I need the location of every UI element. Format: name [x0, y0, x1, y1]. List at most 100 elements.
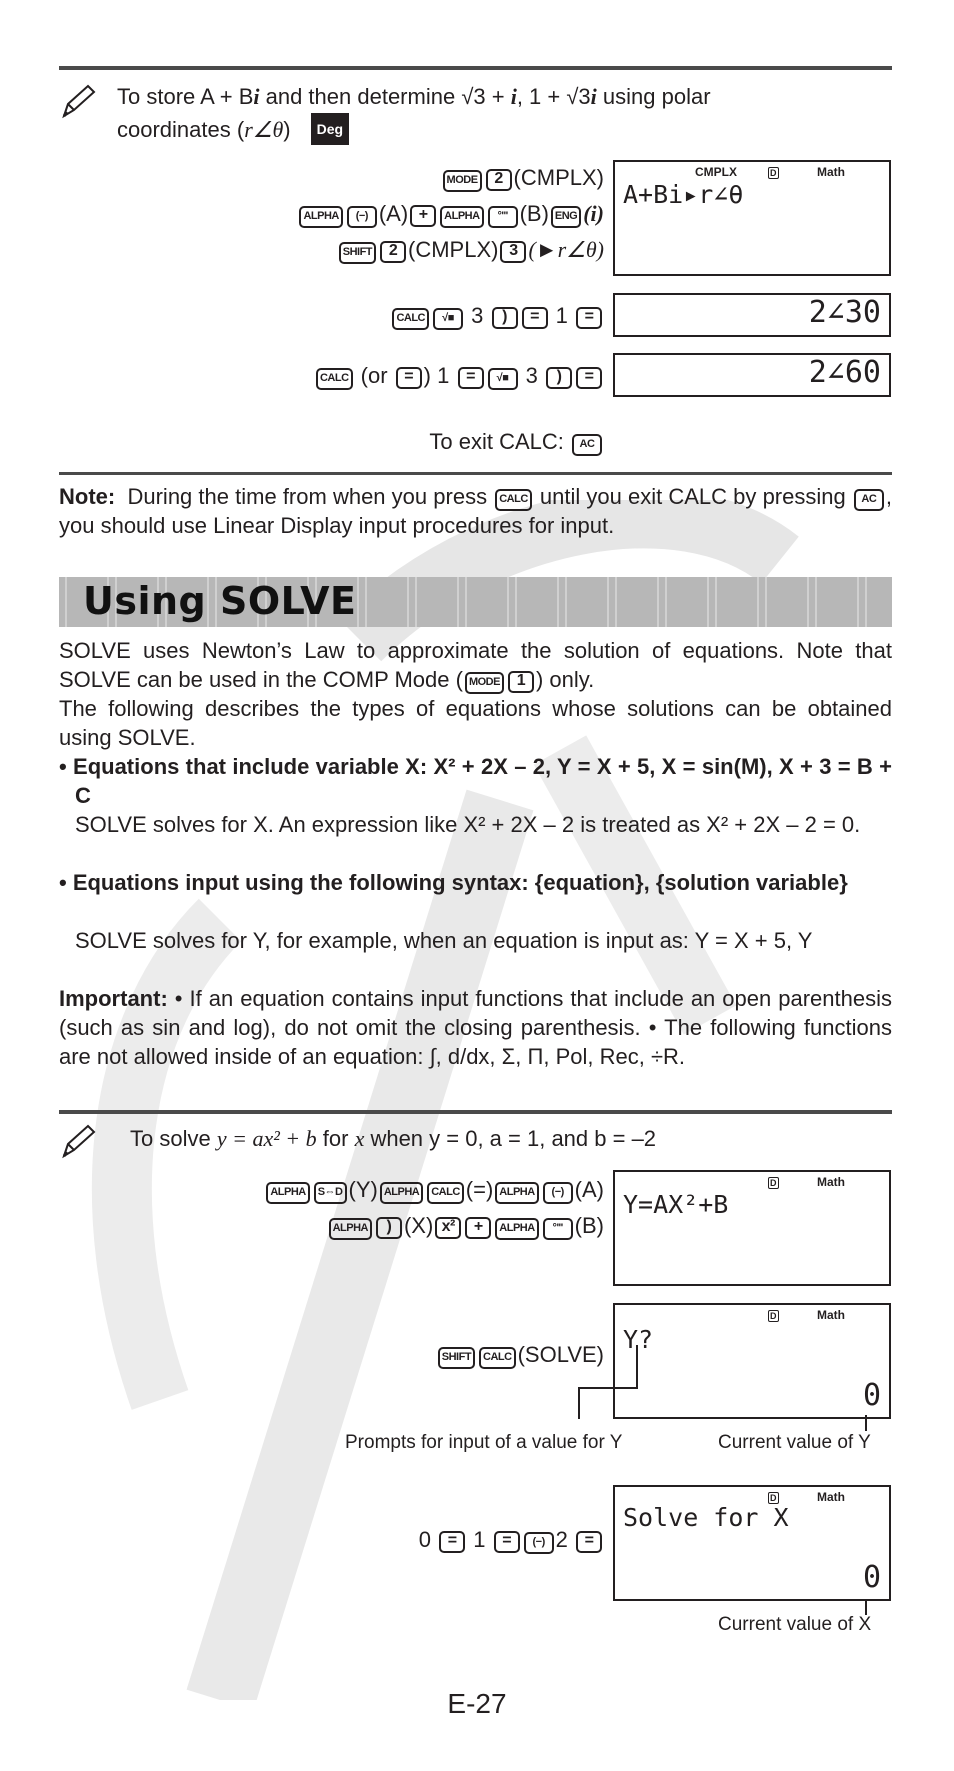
step-label: (X) [403, 1213, 434, 1238]
step-label: (CMPLX) [408, 237, 499, 262]
key-alpha: ALPHA [328, 1218, 372, 1240]
key-alpha: ALPHA [495, 1218, 539, 1240]
key-ac: AC [572, 434, 602, 456]
lcd-result: 0 [862, 1378, 881, 1413]
key-degree: °''' [487, 206, 518, 228]
bullet-2-body: SOLVE solves for Y, for example, when an… [75, 928, 813, 953]
key-degree: °''' [542, 1218, 573, 1240]
deg-badge: Deg [310, 113, 350, 145]
key-equals: = [521, 307, 548, 329]
step-label: (B) [574, 1213, 604, 1238]
key-mode: MODE [442, 170, 482, 192]
key-sd: S⇔D [313, 1182, 347, 1204]
step-label: (B) [519, 201, 549, 226]
key-close-paren: ) [546, 367, 572, 389]
key-equals: = [576, 367, 602, 389]
step-label: (SOLVE) [517, 1342, 604, 1367]
key-plus: + [465, 1217, 492, 1239]
note-paragraph: Note: During the time from when you pres… [59, 484, 892, 538]
key-calc: CALC [495, 489, 532, 511]
key-mode: MODE [464, 672, 504, 694]
digit: 1 [555, 303, 568, 328]
key-sqrt: √■ [487, 368, 518, 390]
key-negative: (−) [523, 1532, 554, 1554]
key-ac: AC [853, 489, 884, 511]
key-calc: CALC [392, 308, 429, 330]
key-negative: (−) [542, 1182, 573, 1204]
key-shift: SHIFT [338, 242, 377, 264]
step-label: (Y) [348, 1177, 378, 1202]
lcd-expression: Solve for X [623, 1503, 789, 1532]
bullet-1: • Equations that include variable X: X² … [59, 752, 892, 810]
key-1: 1 [507, 671, 534, 693]
key-calc: CALC [427, 1182, 464, 1204]
key-3: 3 [500, 241, 527, 263]
key-alpha: ALPHA [440, 206, 484, 228]
step-label: (CMPLX) [513, 165, 604, 190]
calc1-keystrokes: CALC √■ 3 ) = 1 = [390, 298, 604, 334]
lcd-result: 2∠60 [808, 355, 881, 390]
key-equals: = [457, 367, 484, 389]
key-2: 2 [485, 169, 512, 191]
lcd-result: 0 [862, 1560, 881, 1595]
step-label: (►r∠θ) [528, 237, 604, 262]
important-paragraph: Important: • If an equation contains inp… [59, 986, 892, 1069]
step-label: (A) [378, 201, 409, 226]
key-x-squared: x² [435, 1217, 462, 1239]
degree-indicator: D [768, 1177, 779, 1189]
key-negative: (−) [346, 206, 377, 228]
lcd-display-2: D Math Y=AX²+B [613, 1170, 891, 1286]
leader-line [865, 1599, 867, 1615]
lcd-display-3: D Math Y? 0 [613, 1303, 891, 1419]
example1-intro-line1: To store A + Bi and then determine √3 + … [117, 84, 711, 109]
math-indicator: Math [817, 1308, 845, 1322]
section-divider [59, 472, 892, 475]
calc2-keystrokes: CALC (or =) 1 = √■ 3 ) = [314, 358, 604, 394]
key-alpha: ALPHA [299, 206, 343, 228]
key-sqrt: √■ [433, 308, 463, 330]
example1-keystrokes: MODE 2 (CMPLX) ALPHA (−) (A) + ALPHA °''' (B) ENG… [297, 160, 604, 268]
example2-intro: To solve y = ax² + b for x when y = 0, a… [130, 1126, 657, 1151]
math-indicator: Math [817, 165, 845, 179]
lcd-expression: Y=AX²+B [623, 1190, 729, 1219]
digit: 1 [437, 363, 450, 388]
key-plus: + [410, 205, 437, 227]
key-calc: CALC [479, 1347, 516, 1369]
lcd-result-1: 2∠30 [613, 293, 891, 337]
degree-indicator: D [768, 1310, 779, 1322]
important-label: Important: [59, 986, 168, 1011]
callout-prompt-y: Prompts for input of a value for Y [345, 1432, 623, 1453]
digit: 1 [473, 1527, 486, 1552]
pencil-icon [62, 84, 96, 119]
step-label: (=) [465, 1177, 494, 1202]
lcd-expression: Y? [623, 1325, 654, 1354]
key-equals: = [395, 367, 422, 389]
lcd-result: 2∠30 [808, 295, 881, 330]
step-label: (A) [574, 1177, 604, 1202]
key-alpha: ALPHA [266, 1182, 310, 1204]
solve-intro: SOLVE uses Newton’s Law to approximate t… [59, 638, 892, 694]
key-2: 2 [380, 241, 407, 263]
lcd-display-4: D Math Solve for X 0 [613, 1485, 891, 1601]
digit: 0 [418, 1527, 431, 1552]
section-heading-band: Using SOLVE [59, 577, 892, 627]
degree-indicator: D [768, 167, 779, 179]
key-equals: = [576, 1531, 602, 1553]
cmplx-indicator: CMPLX [695, 165, 737, 179]
callout-current-x: Current value of X [718, 1614, 872, 1635]
key-calc: CALC [315, 368, 353, 390]
key-alpha: ALPHA [379, 1182, 424, 1204]
bullet-1-body: SOLVE solves for X. An expression like X… [75, 812, 861, 837]
math-indicator: Math [817, 1175, 845, 1189]
section-title: Using SOLVE [83, 579, 357, 623]
digit: 2 [555, 1527, 568, 1552]
paren: ) [423, 363, 431, 388]
leader-line [578, 1387, 580, 1419]
section-divider [59, 66, 892, 70]
key-equals: = [493, 1531, 520, 1553]
key-equals: = [439, 1531, 466, 1553]
bullet-2: • Equations input using the following sy… [59, 868, 892, 897]
example2-step2: SHIFT CALC (SOLVE) [436, 1337, 604, 1373]
bullet-1-head: • Equations that include variable X: X² … [59, 754, 892, 808]
example2-step1: ALPHA S⇔D (Y) ALPHA CALC (=) ALPHA (−) (A) ALPHA… [264, 1172, 604, 1244]
